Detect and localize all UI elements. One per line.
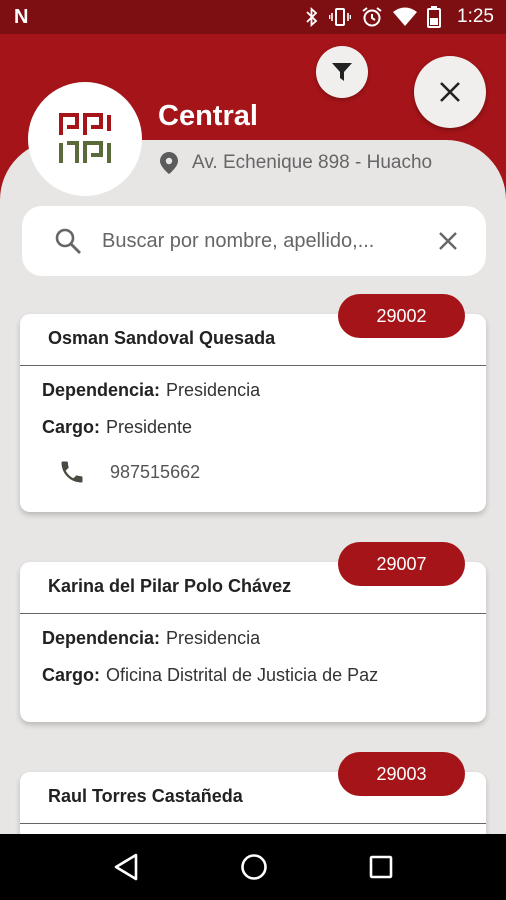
logo-icon [59, 113, 111, 163]
close-icon [440, 82, 460, 102]
cargo-label: Cargo: [42, 417, 100, 437]
search-input[interactable]: Buscar por nombre, apellido,... [102, 230, 438, 253]
phone-link[interactable]: 987515662 [42, 454, 464, 486]
contact-id-badge: 29002 [338, 294, 465, 338]
search-icon [55, 228, 81, 254]
office-title: Central [158, 100, 258, 132]
dependencia-row: Dependencia: Presidencia [42, 628, 464, 665]
dependencia-label: Dependencia: [42, 628, 161, 648]
wifi-icon [393, 7, 418, 26]
battery-icon [427, 6, 442, 28]
location-pin-icon [160, 152, 178, 174]
cargo-row: Cargo: Presidente [42, 417, 464, 454]
bluetooth-icon [306, 7, 318, 27]
phone-number[interactable]: 987515662 [110, 462, 200, 483]
address-text: Av. Echenique 898 - Huacho [192, 152, 433, 173]
contact-card[interactable]: Karina del Pilar Polo Chávez Dependencia… [20, 562, 486, 722]
filter-button[interactable] [316, 46, 368, 98]
search-bar[interactable]: Buscar por nombre, apellido,... [22, 206, 486, 276]
contact-card[interactable]: Osman Sandoval Quesada Dependencia: Pres… [20, 314, 486, 512]
recents-icon[interactable] [369, 855, 393, 879]
notification-icon: N [14, 6, 29, 28]
home-icon[interactable] [240, 853, 268, 881]
cargo-value: Presidente [106, 417, 193, 437]
close-button[interactable] [414, 56, 486, 128]
status-bar: N 1:25 [0, 0, 506, 34]
clear-search-icon[interactable] [438, 231, 458, 251]
dependencia-label: Dependencia: [42, 380, 161, 400]
phone-icon [61, 461, 83, 483]
contact-id-badge: 29003 [338, 752, 465, 796]
dependencia-value: Presidencia [166, 380, 261, 400]
cargo-label: Cargo: [42, 665, 100, 685]
contact-id-badge: 29007 [338, 542, 465, 586]
navigation-bar [0, 834, 506, 900]
back-icon[interactable] [113, 853, 139, 881]
cargo-value: Oficina Distrital de Justicia de Paz [106, 665, 379, 685]
cargo-row: Cargo: Oficina Distrital de Justicia de … [42, 665, 464, 702]
dependencia-value: Presidencia [166, 628, 261, 648]
clock: 1:25 [457, 6, 494, 27]
vibrate-icon [329, 8, 352, 26]
filter-icon [332, 63, 352, 81]
dependencia-row: Dependencia: Presidencia [42, 380, 464, 417]
alarm-icon [362, 7, 382, 27]
office-address: Av. Echenique 898 - Huacho [160, 152, 432, 174]
institution-logo [28, 82, 142, 196]
